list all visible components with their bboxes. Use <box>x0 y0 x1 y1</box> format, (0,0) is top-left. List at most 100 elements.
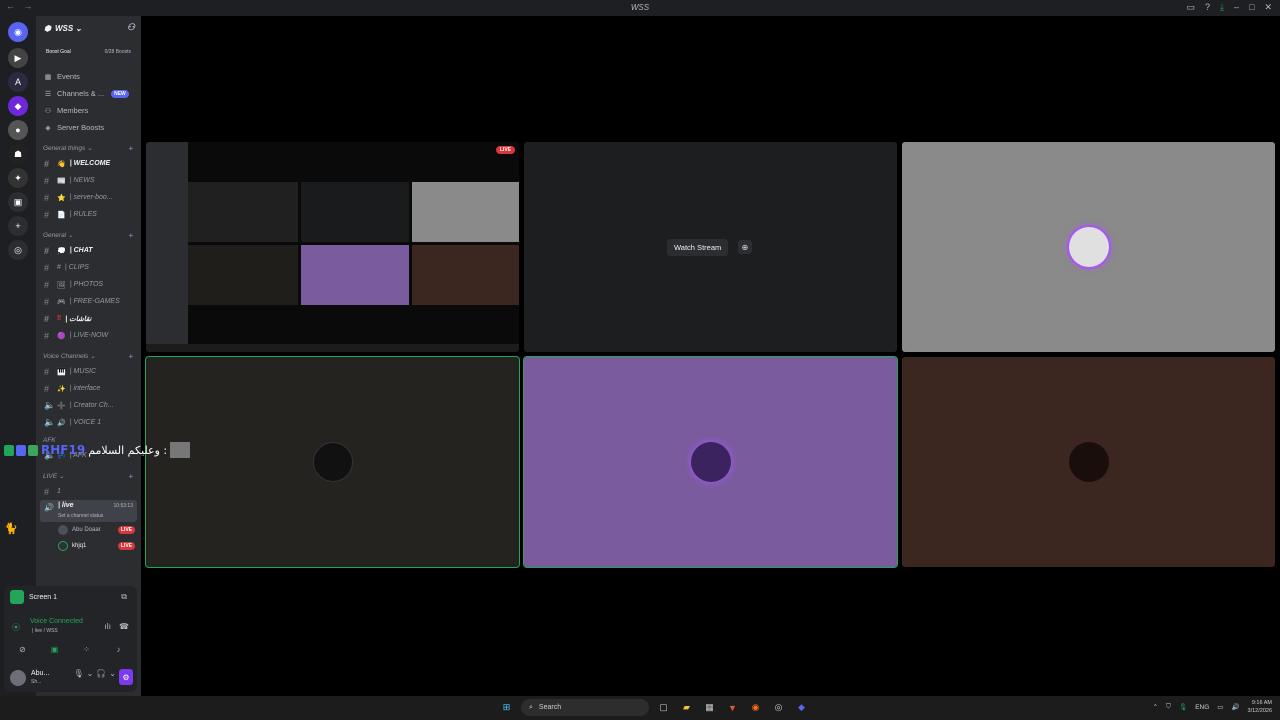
window-title: WSS <box>630 3 650 12</box>
add-member-icon[interactable]: ⚇ <box>127 22 135 33</box>
tray-app-icon[interactable]: ⛉ <box>1166 703 1171 711</box>
channel-clips[interactable]: # # | CLIPS <box>36 259 141 276</box>
participant-tile[interactable] <box>523 356 898 568</box>
channel-voice-1[interactable]: 🔈 🔊 | VOICE 1 <box>36 414 141 431</box>
popout-icon[interactable]: ⧉ <box>121 592 127 602</box>
close-icon[interactable]: ✕ <box>1264 2 1272 13</box>
screen-label: Screen 1 <box>29 593 58 601</box>
channel-welcome[interactable]: # 👋 | WELCOME <box>36 155 141 172</box>
camera-off-icon[interactable]: ⊘ <box>10 642 35 656</box>
menu-members[interactable]: ⚇ Members <box>36 102 141 119</box>
headphones-icon[interactable]: 🎧 <box>96 669 106 685</box>
server-icon[interactable]: ▣ <box>8 192 28 212</box>
app-icon[interactable]: ◎ <box>770 699 787 716</box>
soundboard-icon[interactable]: ♪ <box>106 642 131 656</box>
mic-tray-icon[interactable]: 🎙 <box>1179 703 1187 711</box>
language-indicator[interactable]: ENG <box>1195 704 1209 711</box>
chevron-down-icon[interactable]: ⌄ <box>87 669 94 685</box>
menu-server-boosts[interactable]: ◈ Server Boosts <box>36 119 141 136</box>
participant-tile[interactable] <box>145 356 520 568</box>
channel-discussions[interactable]: # ‼ | نقاشات <box>36 310 141 327</box>
settings-gear-icon[interactable]: ⚙ <box>119 669 133 685</box>
activities-icon[interactable]: ⁘ <box>74 642 99 656</box>
channel-1[interactable]: #1 <box>36 483 141 500</box>
maximize-icon[interactable]: □ <box>1249 2 1254 13</box>
category-general[interactable]: General ⌄ + <box>36 228 141 242</box>
clock[interactable]: 9:16 AM 3/12/2026 <box>1248 699 1272 715</box>
mic-icon[interactable]: 🎙 <box>73 669 83 685</box>
voice-member[interactable]: khjq1 LIVE <box>36 538 141 554</box>
chevron-up-icon[interactable]: ⌃ <box>1153 703 1158 711</box>
voice-channel-live[interactable]: 🔊 | live 10:53:13 Set a channel status <box>40 500 137 522</box>
channel-label: | LIVE-NOW <box>69 332 109 339</box>
taskbar-search[interactable]: ⌕ Search <box>521 699 649 716</box>
minimize-icon[interactable]: – <box>1234 2 1239 13</box>
server-icon[interactable]: ☗ <box>8 144 28 164</box>
screen-share-active-icon[interactable]: ▣ <box>42 642 67 656</box>
menu-channels[interactable]: ☰ Channels & ... NEW <box>36 85 141 102</box>
stream-tile[interactable]: Watch Stream ⊕ <box>524 142 897 352</box>
guild-header[interactable]: ⬢ WSS ⌄ ⚇ <box>36 16 141 40</box>
channel-photos[interactable]: # 🖼 | PHOTOS <box>36 276 141 293</box>
brave-icon[interactable]: ▼ <box>724 699 741 716</box>
wifi-icon[interactable]: ▭ <box>1217 703 1223 711</box>
task-view-icon[interactable]: ▢ <box>655 699 672 716</box>
calculator-icon[interactable]: ▦ <box>701 699 718 716</box>
chevron-down-icon[interactable]: ⌄ <box>109 669 116 685</box>
channel-interface[interactable]: # ✨ | interface <box>36 380 141 397</box>
windows-start-icon[interactable]: ⊞ <box>498 699 515 716</box>
participant-tile[interactable] <box>902 142 1275 352</box>
current-user[interactable]: Abu... Sh... 🎙 ⌄ 🎧 ⌄ ⚙ <box>4 664 137 692</box>
watch-stream-button[interactable]: Watch Stream <box>667 239 729 256</box>
inbox-icon[interactable]: ▭ <box>1186 2 1195 13</box>
zoom-in-icon[interactable]: ⊕ <box>738 240 752 254</box>
stream-tile[interactable]: LIVE <box>146 142 519 352</box>
browser-icon[interactable]: ◉ <box>747 699 764 716</box>
channel-label: | VOICE 1 <box>69 419 102 426</box>
menu-events[interactable]: ▦ Events <box>36 68 141 85</box>
channel-creator[interactable]: 🔈 ➕ | Creator Ch... <box>36 397 141 414</box>
add-channel-icon[interactable]: + <box>128 144 133 153</box>
home-discord-icon[interactable]: ◉ <box>8 22 28 42</box>
channel-server-boosts[interactable]: # ⭐ | server-boo... <box>36 189 141 206</box>
server-icon[interactable]: ✦ <box>8 168 28 188</box>
category-live[interactable]: LIVE ⌄ + <box>36 469 141 483</box>
channel-music[interactable]: # 🎹 | MUSIC <box>36 363 141 380</box>
add-server-icon[interactable]: + <box>8 216 28 236</box>
voice-member[interactable]: Abu Doaar LIVE <box>36 522 141 538</box>
channel-live-now[interactable]: # 🟣 | LIVE-NOW <box>36 327 141 344</box>
server-icon[interactable]: ● <box>8 120 28 140</box>
channel-rules[interactable]: # 📄 | RULES <box>36 206 141 223</box>
channel-emoji: 🔊 <box>57 419 66 427</box>
hash-icon: # <box>44 279 50 290</box>
participant-tile[interactable] <box>902 357 1275 567</box>
signal-icon[interactable]: ⦿ <box>12 622 20 633</box>
new-badge: NEW <box>111 89 129 98</box>
server-icon[interactable]: ◆ <box>8 96 28 116</box>
channel-news[interactable]: # 📰 | NEWS <box>36 172 141 189</box>
boost-goal[interactable]: Boost Goal 0/28 Boosts <box>40 44 137 60</box>
channel-chat[interactable]: # 💭 | CHAT <box>36 242 141 259</box>
channel-status[interactable]: Set a channel status <box>58 513 103 519</box>
server-icon[interactable]: A <box>8 72 28 92</box>
download-icon[interactable]: ⤓ <box>1220 2 1224 13</box>
voice-connected-label[interactable]: Voice Connected <box>30 618 83 625</box>
screen-share-row[interactable]: Screen 1 <box>10 590 57 604</box>
category-general-things[interactable]: General things ⌄ + <box>36 141 141 155</box>
noise-suppression-icon[interactable]: ıIı <box>104 622 111 631</box>
disconnect-icon[interactable]: ☎ <box>119 622 129 631</box>
speaker-icon: 🔊 <box>44 503 54 512</box>
voice-location[interactable]: | live / WSS <box>32 628 58 634</box>
discord-taskbar-icon[interactable]: ◆ <box>793 699 810 716</box>
discover-icon[interactable]: ◎ <box>8 240 28 260</box>
category-voice-channels[interactable]: Voice Channels ⌄ + <box>36 349 141 363</box>
add-channel-icon[interactable]: + <box>128 231 133 240</box>
add-channel-icon[interactable]: + <box>128 352 133 361</box>
channel-free-games[interactable]: # 🎮 | FREE-GAMES <box>36 293 141 310</box>
server-icon[interactable]: ▶ <box>8 48 28 68</box>
volume-icon[interactable]: 🔊 <box>1231 703 1239 711</box>
add-channel-icon[interactable]: + <box>128 472 133 481</box>
help-icon[interactable]: ? <box>1205 2 1210 13</box>
file-explorer-icon[interactable]: ▰ <box>678 699 695 716</box>
boost-goal-label: Boost Goal <box>46 49 71 55</box>
